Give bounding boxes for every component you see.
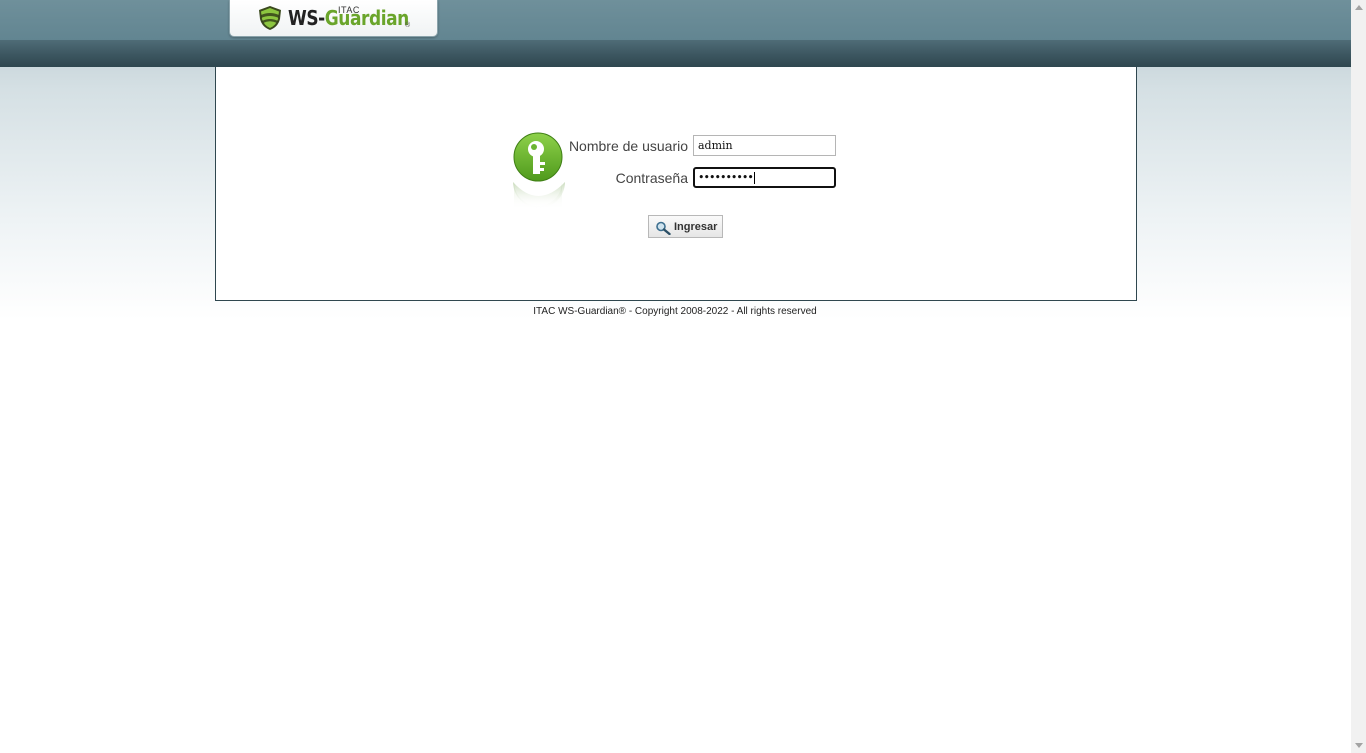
navigation-bar [0, 40, 1351, 67]
scroll-down-icon[interactable] [1355, 743, 1363, 748]
shield-logo-icon [257, 5, 283, 36]
username-field[interactable]: admin [693, 135, 836, 156]
login-submit-button[interactable]: Ingresar [648, 215, 723, 238]
logo-tab: WS-Guardian ITAC ® [229, 0, 438, 37]
password-field[interactable]: •••••••••• [693, 167, 836, 188]
magnifier-icon [655, 221, 671, 238]
password-label: Contraseña [615, 170, 688, 186]
password-value: •••••••••• [698, 171, 754, 184]
text-caret [753, 172, 755, 184]
username-value: admin [698, 139, 733, 152]
vertical-scrollbar[interactable] [1351, 0, 1366, 753]
login-panel: Nombre de usuario admin Contraseña •••••… [215, 67, 1137, 301]
logo-registered-mark: ® [405, 22, 411, 29]
logo-itac-text: ITAC [338, 5, 360, 15]
username-label: Nombre de usuario [568, 138, 688, 154]
top-header-bar [0, 0, 1351, 40]
scroll-up-icon[interactable] [1355, 5, 1363, 10]
login-button-label: Ingresar [674, 221, 718, 233]
login-page: WS-Guardian ITAC ® Nombre de usuario adm… [0, 0, 1351, 753]
footer-copyright: ITAC WS-Guardian® - Copyright 2008-2022 … [533, 306, 817, 317]
